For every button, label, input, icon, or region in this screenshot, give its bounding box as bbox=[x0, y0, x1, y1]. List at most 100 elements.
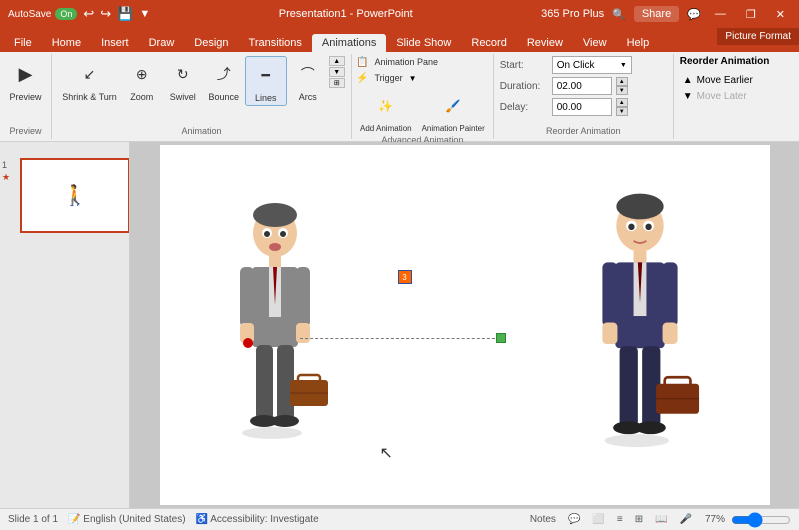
accessibility-label[interactable]: ♿ Accessibility: Investigate bbox=[196, 514, 319, 525]
zoom-slider[interactable] bbox=[731, 514, 791, 526]
slide-number: 1 bbox=[2, 160, 7, 170]
view-presenter-icon[interactable]: 🎤 bbox=[677, 513, 695, 526]
minimize-button[interactable]: — bbox=[709, 6, 732, 22]
title-bar: AutoSave On ↩ ↪ 💾 ▼ Presentation1 - Powe… bbox=[0, 0, 799, 28]
lines-icon: ━ bbox=[250, 59, 282, 91]
anim-zoom[interactable]: ⊕ Zoom bbox=[122, 56, 162, 104]
anim-arcs[interactable]: ⌒ Arcs bbox=[288, 56, 328, 104]
start-value: On Click bbox=[557, 60, 595, 71]
delay-input[interactable]: 00.00 bbox=[552, 98, 612, 116]
tab-animations[interactable]: Animations bbox=[312, 34, 386, 52]
duration-row: Duration: 02.00 ▲ ▼ bbox=[500, 77, 667, 95]
view-reading-icon[interactable]: 📖 bbox=[652, 513, 670, 526]
title-bar-right: 365 Pro Plus 🔍 Share 💬 — ❐ ✕ bbox=[541, 6, 791, 23]
restore-button[interactable]: ❐ bbox=[740, 6, 762, 23]
status-left: Slide 1 of 1 📝 English (United States) ♿… bbox=[8, 514, 319, 525]
tab-draw[interactable]: Draw bbox=[139, 34, 185, 52]
anim-swivel[interactable]: ↻ Swivel bbox=[163, 56, 203, 104]
autosave-label: AutoSave bbox=[8, 9, 51, 20]
comments-icon[interactable]: 💬 bbox=[687, 8, 701, 21]
duration-label: Duration: bbox=[500, 81, 548, 92]
slide-info: Slide 1 of 1 bbox=[8, 514, 58, 525]
motion-path-line bbox=[300, 338, 500, 339]
tab-picture-format[interactable]: Picture Format bbox=[717, 28, 799, 45]
timing-group: Start: On Click ▼ Duration: 02.00 ▲ ▼ De… bbox=[494, 54, 674, 139]
bounce-icon: ⤴ bbox=[208, 58, 240, 90]
language-indicator: 📝 English (United States) bbox=[68, 514, 186, 525]
anim-lines[interactable]: ━ Lines bbox=[245, 56, 287, 106]
tab-view[interactable]: View bbox=[573, 34, 617, 52]
advanced-animation-content: 📋 Animation Pane ⚡ Trigger ▼ ✨ Add Anima… bbox=[356, 56, 489, 135]
tab-record[interactable]: Record bbox=[461, 34, 516, 52]
preview-group-label: Preview bbox=[9, 126, 41, 137]
slide-panel: 1 ★ 🚶 bbox=[0, 142, 130, 508]
spell-check-icon[interactable]: 📝 bbox=[68, 514, 80, 525]
tab-slideshow[interactable]: Slide Show bbox=[386, 34, 461, 52]
move-later-button[interactable]: ▼ Move Later bbox=[680, 90, 778, 103]
reorder-title: Reorder Animation bbox=[680, 56, 778, 67]
slide-inner[interactable]: 1 2 3 bbox=[160, 145, 770, 505]
comments-button[interactable]: 💬 bbox=[565, 513, 583, 526]
tab-file[interactable]: File bbox=[4, 34, 42, 52]
share-button[interactable]: Share bbox=[634, 6, 679, 22]
swivel-icon: ↻ bbox=[167, 58, 199, 90]
delay-label: Delay: bbox=[500, 102, 548, 113]
ribbon-tabs: File Home Insert Draw Design Transitions… bbox=[0, 28, 799, 52]
anim-shrink-turn[interactable]: ↙ Shrink & Turn bbox=[58, 56, 121, 104]
notes-button[interactable]: Notes bbox=[527, 513, 559, 526]
redo-icon[interactable]: ↪ bbox=[100, 6, 111, 22]
anim-badge-3: 3 bbox=[398, 270, 412, 284]
animation-painter-button[interactable]: 🖌️ Animation Painter bbox=[418, 88, 489, 135]
slide-thumbnail[interactable]: 🚶 bbox=[20, 158, 130, 233]
delay-down[interactable]: ▼ bbox=[616, 107, 628, 116]
save-icon[interactable]: 💾 bbox=[117, 6, 133, 22]
tab-review[interactable]: Review bbox=[517, 34, 573, 52]
animation-pane-button[interactable]: Animation Pane bbox=[370, 56, 442, 68]
undo-icon[interactable]: ↩ bbox=[83, 6, 94, 22]
add-animation-button[interactable]: ✨ Add Animation bbox=[356, 88, 416, 135]
duration-spinner: ▲ ▼ bbox=[616, 77, 628, 95]
trigger-icon: ⚡ bbox=[356, 73, 368, 84]
anim-bounce[interactable]: ⤴ Bounce bbox=[204, 56, 244, 104]
duration-input[interactable]: 02.00 bbox=[552, 77, 612, 95]
animation-pane-row: 📋 Animation Pane bbox=[356, 56, 442, 68]
trigger-dropdown-icon[interactable]: ▼ bbox=[409, 74, 417, 83]
anim-more[interactable]: ⊞ bbox=[329, 78, 345, 88]
view-outline-icon[interactable]: ≡ bbox=[614, 513, 626, 526]
slide-canvas: 1 2 3 bbox=[130, 142, 799, 508]
duration-up[interactable]: ▲ bbox=[616, 77, 628, 86]
accessibility-icon: ♿ bbox=[196, 514, 208, 525]
move-earlier-icon: ▲ bbox=[683, 75, 693, 86]
tab-insert[interactable]: Insert bbox=[91, 34, 139, 52]
user-label: 365 Pro Plus bbox=[541, 8, 604, 20]
duration-down[interactable]: ▼ bbox=[616, 86, 628, 95]
add-animation-icon: ✨ bbox=[370, 90, 402, 122]
start-dropdown[interactable]: On Click ▼ bbox=[552, 56, 632, 74]
trigger-button[interactable]: Trigger bbox=[370, 72, 406, 84]
search-icon[interactable]: 🔍 bbox=[612, 8, 626, 21]
person-right bbox=[570, 185, 710, 475]
customize-icon[interactable]: ▼ bbox=[139, 8, 150, 20]
autosave-toggle[interactable]: On bbox=[55, 8, 77, 20]
shrink-turn-icon: ↙ bbox=[74, 58, 106, 90]
view-slide-sorter-icon[interactable]: ⊞ bbox=[632, 513, 646, 526]
anim-scroll-up[interactable]: ▲ bbox=[329, 56, 345, 66]
delay-up[interactable]: ▲ bbox=[616, 98, 628, 107]
animation-group-label: Animation bbox=[181, 126, 221, 137]
tab-transitions[interactable]: Transitions bbox=[239, 34, 312, 52]
add-painter-row: ✨ Add Animation 🖌️ Animation Painter bbox=[356, 88, 489, 135]
animation-group: ↙ Shrink & Turn ⊕ Zoom ↻ Swivel ⤴ Bounce… bbox=[52, 54, 352, 139]
preview-icon: ▶ bbox=[9, 58, 41, 90]
move-earlier-button[interactable]: ▲ Move Earlier bbox=[680, 74, 778, 87]
tab-home[interactable]: Home bbox=[42, 34, 91, 52]
preview-button[interactable]: ▶ Preview bbox=[5, 56, 45, 104]
tab-design[interactable]: Design bbox=[184, 34, 238, 52]
anim-scroll-down[interactable]: ▼ bbox=[329, 67, 345, 77]
arcs-icon: ⌒ bbox=[292, 58, 324, 90]
anim-scroll: ▲ ▼ ⊞ bbox=[329, 56, 345, 88]
close-button[interactable]: ✕ bbox=[770, 6, 791, 23]
preview-group-content: ▶ Preview bbox=[5, 56, 45, 126]
path-end-handle bbox=[496, 333, 506, 343]
view-normal-icon[interactable]: ⬜ bbox=[589, 513, 607, 526]
tab-help[interactable]: Help bbox=[617, 34, 660, 52]
